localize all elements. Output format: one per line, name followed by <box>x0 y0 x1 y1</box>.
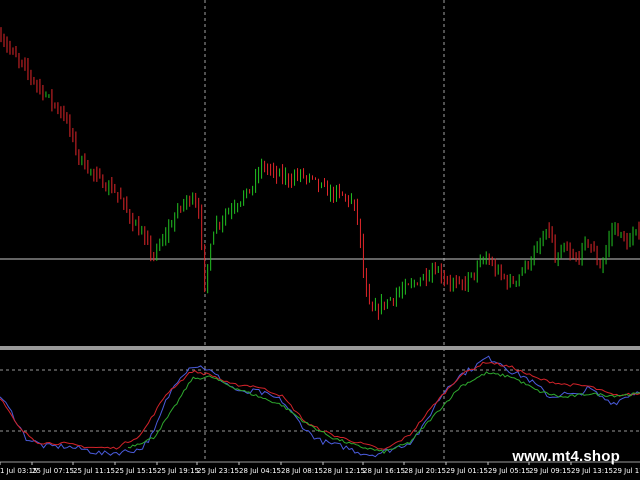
time-label-6: 28 Jul 04:15 <box>239 467 281 475</box>
time-label-12: 29 Jul 05:15 <box>488 467 530 475</box>
time-label-15: 29 Jul 17:1 <box>613 467 640 475</box>
time-label-11: 29 Jul 01:15 <box>446 467 488 475</box>
time-label-10: 28 Jul 20:15 <box>404 467 446 475</box>
time-label-5: 25 Jul 23:15 <box>197 467 239 475</box>
time-label-8: 28 Jul 12:15 <box>323 467 365 475</box>
time-label-3: 25 Jul 15:15 <box>115 467 157 475</box>
time-label-14: 29 Jul 13:15 <box>571 467 613 475</box>
time-label-13: 29 Jul 09:15 <box>529 467 571 475</box>
panel-separator[interactable] <box>0 346 640 350</box>
time-label-2: 25 Jul 11:15 <box>73 467 115 475</box>
chart-canvas[interactable]: 1 Jul 03:1525 Jul 07:15 25 Jul 11:15 25 Ju… <box>0 0 640 480</box>
time-label-1: 25 Jul 07:15 <box>32 467 74 475</box>
time-label-4: 25 Jul 19:15 <box>157 467 199 475</box>
chart-background <box>0 0 640 480</box>
time-label-9: 28 Jul 16:15 <box>363 467 405 475</box>
time-label-7: 28 Jul 08:15 <box>281 467 323 475</box>
watermark: www.mt4.shop <box>512 448 620 465</box>
